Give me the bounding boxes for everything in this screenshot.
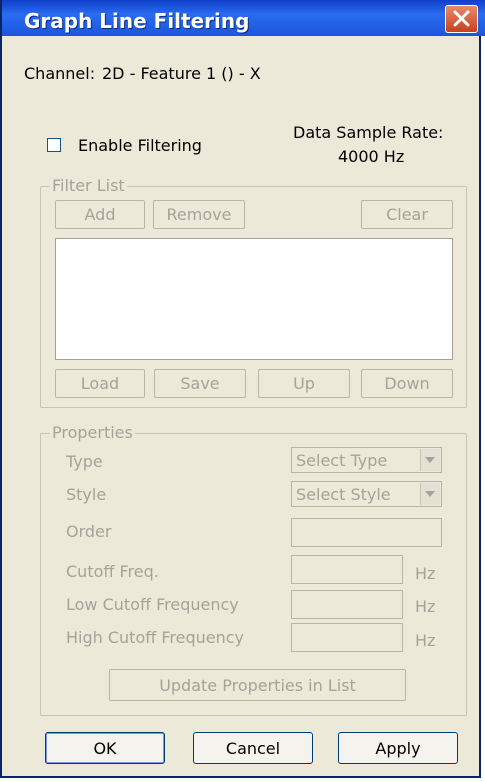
remove-button[interactable]: Remove (153, 200, 245, 229)
low-cutoff-field[interactable] (291, 590, 403, 619)
window-title: Graph Line Filtering (24, 9, 250, 33)
low-cutoff-label: Low Cutoff Frequency (66, 595, 239, 614)
low-cutoff-unit: Hz (415, 597, 436, 616)
dialog-window: Graph Line Filtering Channel: 2D - Featu… (0, 0, 485, 778)
channel-label: Channel: (24, 64, 96, 83)
enable-filtering-checkbox[interactable] (47, 138, 61, 152)
ok-button[interactable]: OK (45, 732, 165, 764)
order-field[interactable] (291, 518, 442, 547)
cutoff-freq-field[interactable] (291, 555, 403, 584)
high-cutoff-unit: Hz (415, 631, 436, 650)
high-cutoff-field[interactable] (291, 623, 403, 652)
clear-button[interactable]: Clear (361, 200, 453, 229)
type-select[interactable]: Select Type (291, 447, 442, 473)
load-button[interactable]: Load (55, 369, 145, 398)
apply-button[interactable]: Apply (338, 732, 458, 764)
up-button[interactable]: Up (258, 369, 350, 398)
high-cutoff-label: High Cutoff Frequency (66, 628, 244, 647)
enable-filtering-label[interactable]: Enable Filtering (78, 136, 202, 155)
title-bar[interactable]: Graph Line Filtering (2, 0, 485, 36)
style-select-value: Select Style (296, 485, 391, 504)
sample-rate-value: 4000 Hz (338, 147, 405, 166)
cancel-button[interactable]: Cancel (193, 732, 313, 764)
down-button[interactable]: Down (361, 369, 453, 398)
add-button[interactable]: Add (55, 200, 145, 229)
type-label: Type (66, 452, 103, 471)
style-select[interactable]: Select Style (291, 481, 442, 507)
chevron-down-icon[interactable] (420, 483, 440, 505)
cutoff-freq-unit: Hz (415, 564, 436, 583)
update-properties-button[interactable]: Update Properties in List (109, 669, 406, 701)
filter-list-legend: Filter List (50, 176, 127, 195)
properties-legend: Properties (50, 423, 135, 442)
channel-value: 2D - Feature 1 () - X (102, 64, 261, 83)
cutoff-freq-label: Cutoff Freq. (66, 562, 159, 581)
style-label: Style (66, 485, 107, 504)
type-select-value: Select Type (296, 451, 388, 470)
sample-rate-label: Data Sample Rate: (293, 123, 444, 142)
close-button[interactable] (445, 5, 478, 33)
chevron-down-icon[interactable] (420, 449, 440, 471)
filter-listbox[interactable] (55, 238, 453, 360)
save-button[interactable]: Save (154, 369, 246, 398)
page-margin (0, 778, 485, 782)
order-label: Order (66, 522, 112, 541)
